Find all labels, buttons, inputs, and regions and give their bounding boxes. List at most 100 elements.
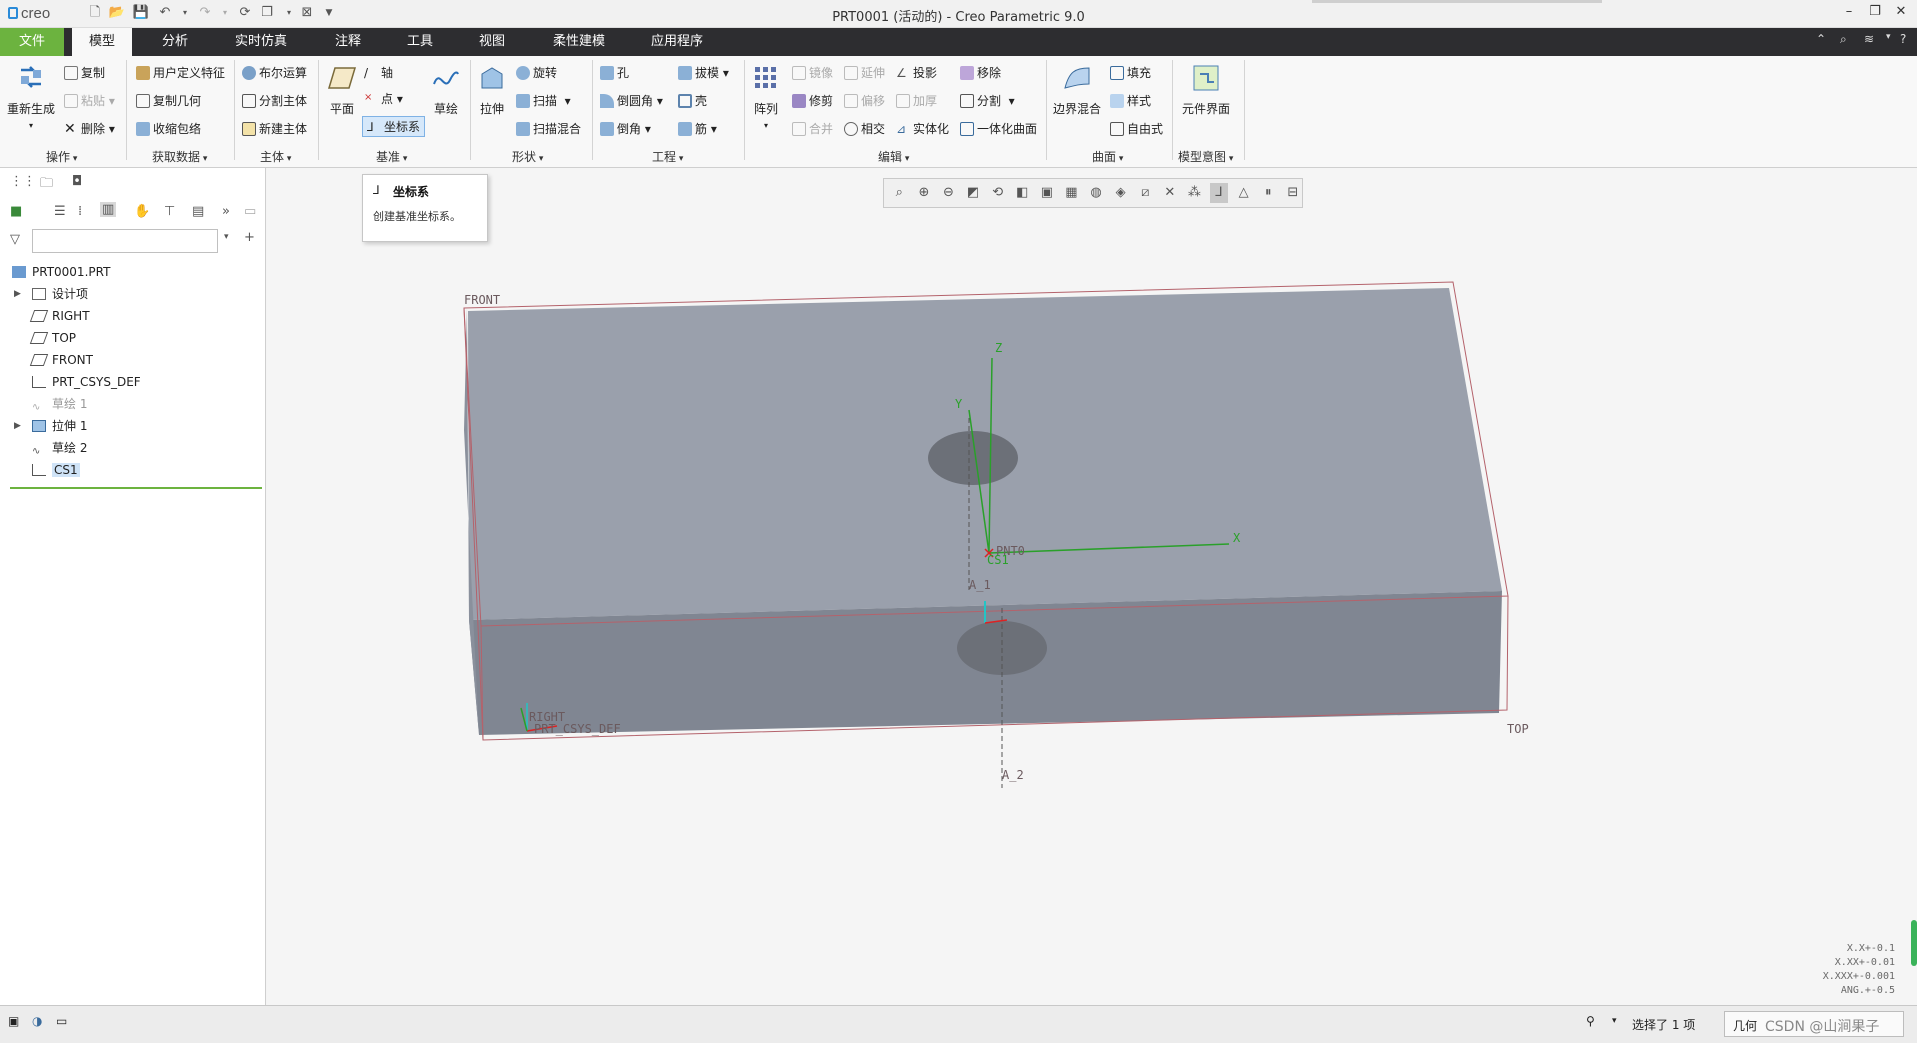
copy-button[interactable]: 复制 <box>64 64 105 81</box>
draft-button[interactable]: 拔模 ▾ <box>678 64 729 81</box>
intersect-button[interactable]: 相交 <box>844 120 885 137</box>
toggle-navigator-icon[interactable]: ▣ <box>8 1014 19 1028</box>
rib-button[interactable]: 筋 ▾ <box>678 120 717 137</box>
split-button[interactable]: 分割 ▾ <box>960 92 1015 109</box>
copy-geometry-button[interactable]: 复制几何 <box>136 92 201 109</box>
component-interface-button[interactable]: 元件界面 <box>1178 62 1234 117</box>
tab-live-simulation[interactable]: 实时仿真 <box>225 28 297 56</box>
find-dropdown-icon[interactable]: ▾ <box>1612 1016 1617 1026</box>
group-get-data[interactable]: 获取数据 <box>152 148 207 165</box>
offset-button[interactable]: 偏移 <box>844 92 885 109</box>
tree-item-prt-csys-def[interactable]: PRT_CSYS_DEF <box>32 372 141 392</box>
regenerate-button[interactable]: 重新生成 ▾ <box>6 62 56 131</box>
delete-button[interactable]: ✕ 删除 ▾ <box>64 120 115 137</box>
tab-file[interactable]: 文件 <box>0 28 64 56</box>
tree-item-front[interactable]: FRONT <box>29 350 93 370</box>
tab-tools[interactable]: 工具 <box>390 28 450 56</box>
solidify-button[interactable]: ⊿ 实体化 <box>896 120 949 137</box>
expand-icon[interactable]: ▶ <box>14 416 21 436</box>
boundary-blend-button[interactable]: 边界混合 <box>1052 62 1102 117</box>
remove-button[interactable]: 移除 <box>960 64 1001 81</box>
show-icon[interactable]: ✋ <box>134 204 150 219</box>
mirror-button[interactable]: 镜像 <box>792 64 833 81</box>
tree-view-icon[interactable]: ☰ <box>54 204 66 219</box>
round-button[interactable]: 倒圆角 ▾ <box>600 92 663 109</box>
group-engineering[interactable]: 工程 <box>652 148 683 165</box>
group-surfaces[interactable]: 曲面 <box>1092 148 1123 165</box>
tab-annotate[interactable]: 注释 <box>318 28 378 56</box>
pattern-button[interactable]: 阵列 ▾ <box>750 62 782 131</box>
tree-item-top[interactable]: TOP <box>29 328 76 348</box>
unify-surface-button[interactable]: 一体化曲面 <box>960 120 1037 137</box>
ribbon-options-icon[interactable]: ≋ <box>1864 32 1874 46</box>
point-button[interactable]: × 点 ▾ <box>364 90 403 107</box>
search-dropdown-icon[interactable]: ▾ <box>224 232 229 242</box>
add-icon[interactable]: + <box>244 230 255 245</box>
tree-filter-icon[interactable]: ⊤ <box>164 204 175 219</box>
tree-item-extrude-1[interactable]: ▶ 拉伸 1 <box>14 416 87 436</box>
expand-icon[interactable]: ▶ <box>14 284 21 304</box>
folder-browser-tab-icon[interactable]: 🗀 <box>40 174 53 196</box>
extend-button[interactable]: 延伸 <box>844 64 885 81</box>
browser-icon[interactable]: ◑ <box>32 1014 42 1028</box>
axis-button[interactable]: / 轴 <box>364 64 393 81</box>
plane-button[interactable]: 平面 <box>326 62 358 117</box>
group-body[interactable]: 主体 <box>260 148 291 165</box>
boolean-button[interactable]: 布尔运算 <box>242 64 307 81</box>
group-model-intent[interactable]: 模型意图 <box>1178 148 1233 165</box>
shell-button[interactable]: 壳 <box>678 92 707 109</box>
trim-button[interactable]: 修剪 <box>792 92 833 109</box>
filter-funnel-icon[interactable]: ▽ <box>10 232 20 247</box>
tree-item-sketch-1[interactable]: ∿ 草绘 1 <box>32 394 87 414</box>
tree-item-sketch-2[interactable]: ∿ 草绘 2 <box>32 438 87 458</box>
merge-button[interactable]: 合并 <box>792 120 833 137</box>
note-icon[interactable]: ▭ <box>244 204 256 219</box>
freestyle-button[interactable]: 自由式 <box>1110 120 1163 137</box>
hole-button[interactable]: 孔 <box>600 64 629 81</box>
tree-columns-icon[interactable]: ▥ <box>100 202 117 217</box>
group-shapes[interactable]: 形状 <box>512 148 543 165</box>
graphics-area[interactable]: ⌕ ⊕ ⊖ ◩ ⟲ ◧ ▣ ▦ ◍ ◈ ⧄ ✕ ⁂ ⅃ △ ⏸ ⊟ FRONT … <box>267 168 1917 1005</box>
scroll-indicator[interactable] <box>1911 920 1917 966</box>
tree-settings-icon[interactable]: ▤ <box>192 204 204 219</box>
more-icon[interactable]: » <box>222 204 230 219</box>
tab-applications[interactable]: 应用程序 <box>638 28 716 56</box>
udf-button[interactable]: 用户定义特征 <box>136 64 225 81</box>
part-icon[interactable]: ■ <box>10 204 22 219</box>
help-icon[interactable]: ? <box>1900 32 1906 46</box>
revolve-button[interactable]: 旋转 <box>516 64 557 81</box>
insert-here-indicator[interactable] <box>10 487 262 489</box>
minimize-ribbon-icon[interactable]: ⌃ <box>1816 32 1826 46</box>
swept-blend-button[interactable]: 扫描混合 <box>516 120 581 137</box>
ribbon-dropdown-icon[interactable]: ▾ <box>1886 32 1891 42</box>
group-editing[interactable]: 编辑 <box>878 148 909 165</box>
paste-button[interactable]: 粘贴 ▾ <box>64 92 115 109</box>
restore-icon[interactable]: ❐ <box>1864 4 1886 19</box>
sweep-button[interactable]: 扫描 ▾ <box>516 92 571 109</box>
split-body-button[interactable]: 分割主体 <box>242 92 307 109</box>
project-button[interactable]: ∠ 投影 <box>896 64 937 81</box>
tab-model[interactable]: 模型 <box>72 28 132 56</box>
command-search-icon[interactable]: ⌕ <box>1840 32 1847 47</box>
style-button[interactable]: 样式 <box>1110 92 1151 109</box>
tab-analysis[interactable]: 分析 <box>145 28 205 56</box>
shrinkwrap-button[interactable]: 收缩包络 <box>136 120 201 137</box>
model-tree-tab-icon[interactable]: ⋮⋮ <box>10 174 36 189</box>
chamfer-button[interactable]: 倒角 ▾ <box>600 120 651 137</box>
tab-view[interactable]: 视图 <box>462 28 522 56</box>
extrude-button[interactable]: 拉伸 <box>476 62 508 117</box>
model-view[interactable]: FRONT TOP RIGHT PRT_CSYS_DEF PNT0 CS1 A_… <box>267 168 1917 1005</box>
find-icon[interactable]: ⚲ <box>1586 1014 1595 1028</box>
tree-item-design-items[interactable]: ▶ 设计项 <box>14 284 88 304</box>
close-icon[interactable]: ✕ <box>1890 4 1912 19</box>
minimize-icon[interactable]: – <box>1838 4 1860 19</box>
sketch-button[interactable]: 草绘 <box>430 62 462 117</box>
group-datum[interactable]: 基准 <box>376 148 407 165</box>
new-body-button[interactable]: 新建主体 <box>242 120 307 137</box>
tree-detail-icon[interactable]: ⁞ <box>78 204 82 219</box>
tree-item-right[interactable]: RIGHT <box>29 306 90 326</box>
group-operations[interactable]: 操作 <box>46 148 77 165</box>
full-screen-icon[interactable]: ▭ <box>56 1014 67 1028</box>
selection-filter[interactable]: 几何 CSDN @山涧果子 <box>1724 1011 1904 1037</box>
favorites-tab-icon[interactable]: ◘ <box>72 174 82 189</box>
